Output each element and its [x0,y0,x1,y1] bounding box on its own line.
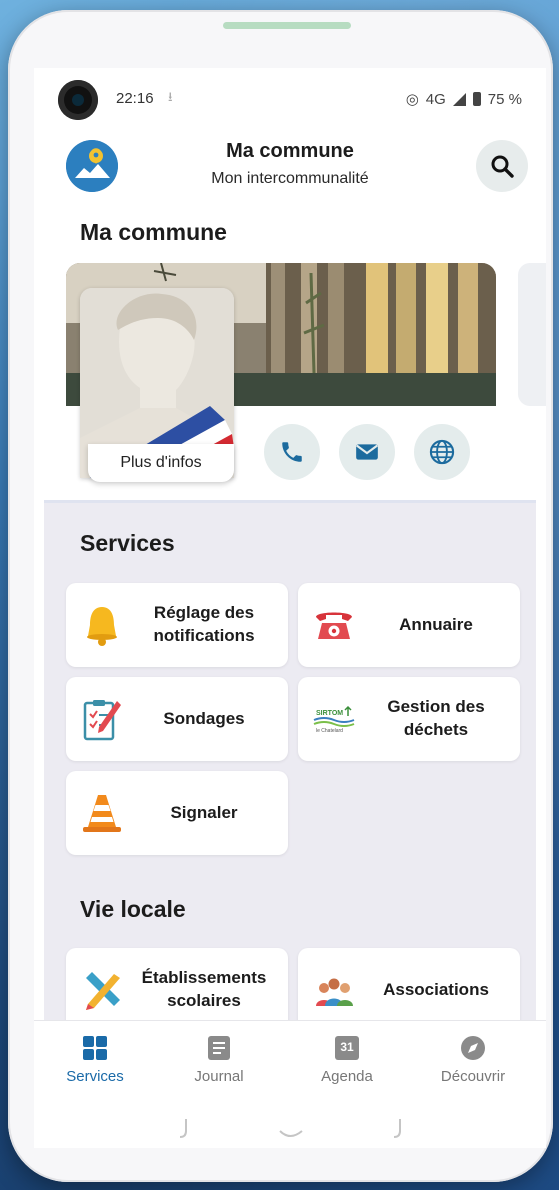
next-card-peek[interactable] [518,263,546,406]
journal-icon [204,1033,234,1063]
service-label: Sondages [163,708,245,728]
bell-icon [80,603,124,647]
nav-label: Services [66,1068,124,1085]
more-info-button[interactable]: Plus d'infos [88,444,234,482]
compass-icon [458,1033,488,1063]
home-button-icon [279,1130,303,1137]
mail-icon [356,444,378,460]
search-icon [491,155,514,178]
service-label: Gestion des déchets [387,697,485,739]
nav-label: Agenda [321,1068,373,1085]
page-subtitle: Mon intercommunalité [211,170,369,187]
email-button[interactable] [339,424,395,480]
phone-frame: 22:16 ⭳ ◎ 4G 75 % Ma commune Mon interco… [8,10,553,1182]
nav-tab-journal[interactable]: Journal [164,1033,274,1085]
nav-label: Journal [194,1068,244,1085]
system-navigation-bar [34,1117,546,1141]
globe-icon [429,439,455,465]
section-heading-vie-locale: Vie locale [80,896,186,922]
bottom-navigation: Services Journal 31 Agenda Découvrir [34,1020,546,1148]
network-type: 4G [425,90,446,108]
app-screen: 22:16 ⭳ ◎ 4G 75 % Ma commune Mon interco… [34,68,546,1148]
back-button-icon [179,1119,187,1138]
service-tile-waste[interactable]: SIRTOM le Chatelard Gestion des déchets [298,677,520,761]
status-bar: 22:16 ⭳ ◎ 4G 75 % [34,68,546,120]
calendar-icon: 31 [332,1033,362,1063]
svg-text:SIRTOM: SIRTOM [316,710,343,717]
nav-label: Découvrir [440,1068,506,1085]
svg-text:le Chatelard: le Chatelard [316,728,343,734]
service-tile-directory[interactable]: Annuaire [298,583,520,667]
grid-icon [80,1033,110,1063]
phone-icon [282,442,302,462]
section-heading-commune: Ma commune [80,219,227,245]
website-button[interactable] [414,424,470,480]
signal-icon [452,92,466,106]
service-label: Annuaire [399,614,473,634]
ruler-pencil-icon [80,968,124,1012]
phone-speaker [223,22,351,29]
service-tile-notifications[interactable]: Réglage des notifications [66,583,288,667]
people-icon [312,968,356,1012]
calendar-date: 31 [340,1040,354,1054]
status-time: 22:16 [116,90,154,107]
page-title: Ma commune [226,140,354,162]
call-button[interactable] [264,424,320,480]
nav-tab-decouvrir[interactable]: Découvrir [418,1033,528,1085]
service-tile-polls[interactable]: Sondages [66,677,288,761]
traffic-cone-icon [80,791,124,835]
search-button[interactable] [476,140,528,192]
service-tile-report[interactable]: Signaler [66,771,288,855]
clipboard-icon [80,697,124,741]
front-camera [58,80,98,120]
battery-icon [472,92,481,106]
waste-logo-icon: SIRTOM le Chatelard [312,697,356,741]
section-heading-services: Services [80,530,175,556]
recents-button-icon [393,1119,401,1138]
nav-tab-agenda[interactable]: 31 Agenda [292,1033,402,1085]
status-indicators: ◎ 4G 75 % [405,90,522,109]
hotspot-icon: ◎ [405,91,419,108]
app-header: Ma commune Mon intercommunalité [34,134,546,194]
download-icon: ⭳ [168,89,173,104]
nav-tab-services[interactable]: Services [40,1033,150,1085]
battery-level: 75 % [487,90,522,108]
phone-icon [312,603,356,647]
service-label: Réglage des notifications [153,603,255,645]
service-label: Signaler [170,802,238,822]
